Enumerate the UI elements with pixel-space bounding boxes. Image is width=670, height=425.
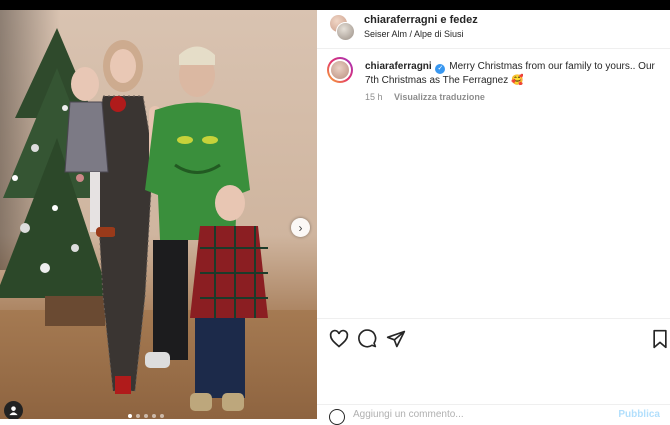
avatar — [336, 22, 355, 41]
tagged-users-button[interactable] — [4, 401, 23, 419]
post-photo[interactable]: › — [0, 10, 317, 419]
emoji-icon[interactable] — [329, 409, 345, 425]
comment-bar: Aggiungi un commento... Pubblica — [317, 404, 670, 425]
post-time: 15 h — [365, 92, 383, 102]
send-icon[interactable] — [386, 329, 406, 349]
comment-icon[interactable] — [357, 329, 377, 349]
carousel-next-button[interactable]: › — [291, 218, 310, 237]
carousel-dot — [152, 414, 156, 418]
user-tag-icon — [9, 406, 18, 416]
caption-username[interactable]: chiaraferragni — [365, 61, 432, 72]
post-side-panel: chiaraferragni e fedez Seiser Alm / Alpe… — [317, 10, 670, 425]
carousel-dot — [144, 414, 148, 418]
baby-figure — [64, 67, 115, 237]
post-caption: chiaraferragni ✓ Merry Christmas from ou… — [365, 60, 660, 88]
post-location[interactable]: Seiser Alm / Alpe di Siusi — [364, 29, 464, 39]
carousel-dot — [160, 414, 164, 418]
caption-avatar[interactable] — [327, 57, 353, 83]
post-authors[interactable]: chiaraferragni e fedez — [364, 14, 478, 26]
verified-badge-icon: ✓ — [435, 64, 446, 74]
comment-input[interactable]: Aggiungi un commento... — [353, 409, 464, 420]
post-header: chiaraferragni e fedez Seiser Alm / Alpe… — [317, 10, 670, 49]
window-top-bar — [0, 0, 670, 10]
carousel-dot — [136, 414, 140, 418]
author-avatars[interactable] — [329, 14, 355, 41]
chevron-right-icon: › — [298, 220, 303, 235]
carousel-dot — [128, 414, 132, 418]
post-actions — [317, 318, 670, 359]
boy-figure — [190, 185, 268, 411]
bookmark-icon[interactable] — [650, 329, 670, 349]
carousel-dots — [128, 414, 164, 418]
caption-meta: 15 h Visualizza traduzione — [365, 92, 485, 102]
translate-link[interactable]: Visualizza traduzione — [394, 92, 485, 102]
publish-button[interactable]: Pubblica — [618, 409, 660, 420]
heart-icon[interactable] — [329, 329, 349, 349]
